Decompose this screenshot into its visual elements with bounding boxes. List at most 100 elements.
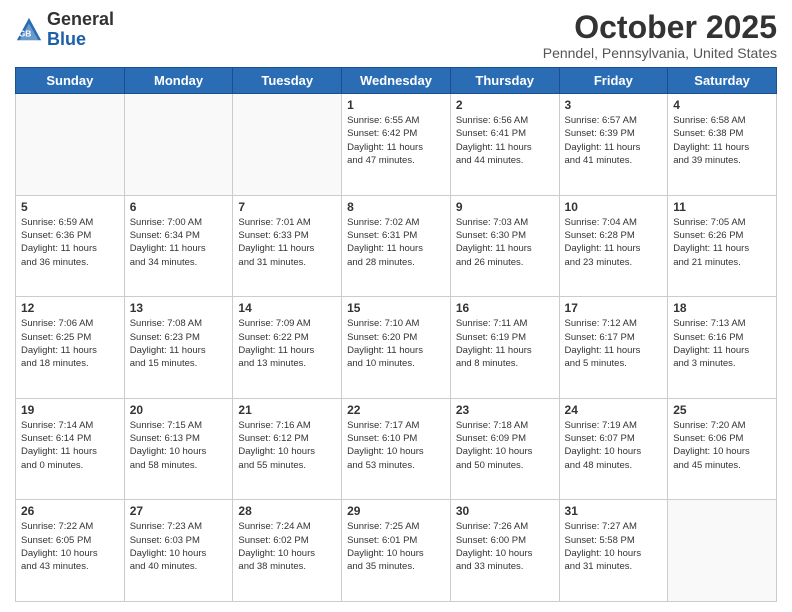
day-number: 28 (238, 504, 336, 518)
table-row (16, 94, 125, 196)
day-number: 9 (456, 200, 554, 214)
logo: GB General Blue (15, 10, 114, 50)
table-row: 21 Sunrise: 7:16 AM Sunset: 6:12 PM Dayli… (233, 398, 342, 500)
table-row: 9 Sunrise: 7:03 AM Sunset: 6:30 PM Daylig… (450, 195, 559, 297)
calendar-week-row: 5 Sunrise: 6:59 AM Sunset: 6:36 PM Daylig… (16, 195, 777, 297)
day-info: Sunrise: 7:04 AM Sunset: 6:28 PM Dayligh… (565, 216, 663, 269)
col-saturday: Saturday (668, 68, 777, 94)
day-number: 19 (21, 403, 119, 417)
table-row: 27Sunrise: 7:23 AM Sunset: 6:03 PM Dayli… (124, 500, 233, 602)
day-number: 2 (456, 98, 554, 112)
table-row: 6 Sunrise: 7:00 AM Sunset: 6:34 PM Daylig… (124, 195, 233, 297)
day-info: Sunrise: 7:22 AM Sunset: 6:05 PM Dayligh… (21, 520, 119, 573)
day-info: Sunrise: 7:14 AM Sunset: 6:14 PM Dayligh… (21, 419, 119, 472)
day-info: Sunrise: 7:27 AM Sunset: 5:58 PM Dayligh… (565, 520, 663, 573)
day-number: 30 (456, 504, 554, 518)
day-number: 5 (21, 200, 119, 214)
day-info: Sunrise: 7:17 AM Sunset: 6:10 PM Dayligh… (347, 419, 445, 472)
day-number: 17 (565, 301, 663, 315)
day-info: Sunrise: 7:08 AM Sunset: 6:23 PM Dayligh… (130, 317, 228, 370)
day-number: 20 (130, 403, 228, 417)
day-number: 10 (565, 200, 663, 214)
day-number: 23 (456, 403, 554, 417)
table-row: 4 Sunrise: 6:58 AM Sunset: 6:38 PM Daylig… (668, 94, 777, 196)
table-row: 24 Sunrise: 7:19 AM Sunset: 6:07 PM Dayli… (559, 398, 668, 500)
day-info: Sunrise: 7:10 AM Sunset: 6:20 PM Dayligh… (347, 317, 445, 370)
table-row: 19 Sunrise: 7:14 AM Sunset: 6:14 PM Dayli… (16, 398, 125, 500)
col-thursday: Thursday (450, 68, 559, 94)
col-friday: Friday (559, 68, 668, 94)
day-info: Sunrise: 7:06 AM Sunset: 6:25 PM Dayligh… (21, 317, 119, 370)
col-monday: Monday (124, 68, 233, 94)
svg-text:GB: GB (19, 28, 32, 38)
day-number: 15 (347, 301, 445, 315)
day-info: Sunrise: 6:56 AM Sunset: 6:41 PM Dayligh… (456, 114, 554, 167)
calendar-week-row: 1Sunrise: 6:55 AM Sunset: 6:42 PM Daylig… (16, 94, 777, 196)
day-number: 26 (21, 504, 119, 518)
day-info: Sunrise: 7:16 AM Sunset: 6:12 PM Dayligh… (238, 419, 336, 472)
day-info: Sunrise: 7:03 AM Sunset: 6:30 PM Dayligh… (456, 216, 554, 269)
day-number: 18 (673, 301, 771, 315)
table-row: 8 Sunrise: 7:02 AM Sunset: 6:31 PM Daylig… (342, 195, 451, 297)
day-info: Sunrise: 7:11 AM Sunset: 6:19 PM Dayligh… (456, 317, 554, 370)
table-row: 25 Sunrise: 7:20 AM Sunset: 6:06 PM Dayli… (668, 398, 777, 500)
day-info: Sunrise: 7:05 AM Sunset: 6:26 PM Dayligh… (673, 216, 771, 269)
day-number: 1 (347, 98, 445, 112)
day-number: 13 (130, 301, 228, 315)
table-row (233, 94, 342, 196)
table-row: 22Sunrise: 7:17 AM Sunset: 6:10 PM Dayli… (342, 398, 451, 500)
col-sunday: Sunday (16, 68, 125, 94)
day-number: 29 (347, 504, 445, 518)
day-info: Sunrise: 7:20 AM Sunset: 6:06 PM Dayligh… (673, 419, 771, 472)
day-info: Sunrise: 6:57 AM Sunset: 6:39 PM Dayligh… (565, 114, 663, 167)
day-number: 6 (130, 200, 228, 214)
day-info: Sunrise: 7:18 AM Sunset: 6:09 PM Dayligh… (456, 419, 554, 472)
calendar-week-row: 19 Sunrise: 7:14 AM Sunset: 6:14 PM Dayli… (16, 398, 777, 500)
table-row: 13 Sunrise: 7:08 AM Sunset: 6:23 PM Dayli… (124, 297, 233, 399)
day-info: Sunrise: 6:58 AM Sunset: 6:38 PM Dayligh… (673, 114, 771, 167)
table-row (668, 500, 777, 602)
day-info: Sunrise: 7:02 AM Sunset: 6:31 PM Dayligh… (347, 216, 445, 269)
table-row: 18 Sunrise: 7:13 AM Sunset: 6:16 PM Dayli… (668, 297, 777, 399)
day-number: 4 (673, 98, 771, 112)
day-number: 21 (238, 403, 336, 417)
day-number: 7 (238, 200, 336, 214)
logo-text: General Blue (47, 10, 114, 50)
table-row: 3 Sunrise: 6:57 AM Sunset: 6:39 PM Daylig… (559, 94, 668, 196)
table-row: 23 Sunrise: 7:18 AM Sunset: 6:09 PM Dayli… (450, 398, 559, 500)
col-wednesday: Wednesday (342, 68, 451, 94)
day-number: 8 (347, 200, 445, 214)
table-row: 30Sunrise: 7:26 AM Sunset: 6:00 PM Dayli… (450, 500, 559, 602)
day-info: Sunrise: 7:13 AM Sunset: 6:16 PM Dayligh… (673, 317, 771, 370)
day-number: 3 (565, 98, 663, 112)
calendar-week-row: 26 Sunrise: 7:22 AM Sunset: 6:05 PM Dayli… (16, 500, 777, 602)
table-row: 31 Sunrise: 7:27 AM Sunset: 5:58 PM Dayli… (559, 500, 668, 602)
day-number: 24 (565, 403, 663, 417)
day-number: 31 (565, 504, 663, 518)
logo-blue: Blue (47, 29, 86, 49)
table-row: 28Sunrise: 7:24 AM Sunset: 6:02 PM Dayli… (233, 500, 342, 602)
table-row: 17 Sunrise: 7:12 AM Sunset: 6:17 PM Dayli… (559, 297, 668, 399)
table-row: 5 Sunrise: 6:59 AM Sunset: 6:36 PM Daylig… (16, 195, 125, 297)
day-number: 25 (673, 403, 771, 417)
month-title: October 2025 (543, 10, 777, 45)
day-info: Sunrise: 7:19 AM Sunset: 6:07 PM Dayligh… (565, 419, 663, 472)
col-tuesday: Tuesday (233, 68, 342, 94)
day-info: Sunrise: 7:15 AM Sunset: 6:13 PM Dayligh… (130, 419, 228, 472)
calendar-header-row: Sunday Monday Tuesday Wednesday Thursday… (16, 68, 777, 94)
calendar-week-row: 12Sunrise: 7:06 AM Sunset: 6:25 PM Dayli… (16, 297, 777, 399)
day-info: Sunrise: 6:59 AM Sunset: 6:36 PM Dayligh… (21, 216, 119, 269)
header: GB General Blue October 2025 Penndel, Pe… (15, 10, 777, 61)
table-row: 20 Sunrise: 7:15 AM Sunset: 6:13 PM Dayli… (124, 398, 233, 500)
location: Penndel, Pennsylvania, United States (543, 45, 777, 61)
table-row: 2 Sunrise: 6:56 AM Sunset: 6:41 PM Daylig… (450, 94, 559, 196)
table-row: 12Sunrise: 7:06 AM Sunset: 6:25 PM Dayli… (16, 297, 125, 399)
table-row (124, 94, 233, 196)
day-info: Sunrise: 7:09 AM Sunset: 6:22 PM Dayligh… (238, 317, 336, 370)
day-number: 14 (238, 301, 336, 315)
table-row: 14 Sunrise: 7:09 AM Sunset: 6:22 PM Dayli… (233, 297, 342, 399)
day-info: Sunrise: 7:12 AM Sunset: 6:17 PM Dayligh… (565, 317, 663, 370)
day-number: 11 (673, 200, 771, 214)
table-row: 11 Sunrise: 7:05 AM Sunset: 6:26 PM Dayli… (668, 195, 777, 297)
day-info: Sunrise: 7:00 AM Sunset: 6:34 PM Dayligh… (130, 216, 228, 269)
